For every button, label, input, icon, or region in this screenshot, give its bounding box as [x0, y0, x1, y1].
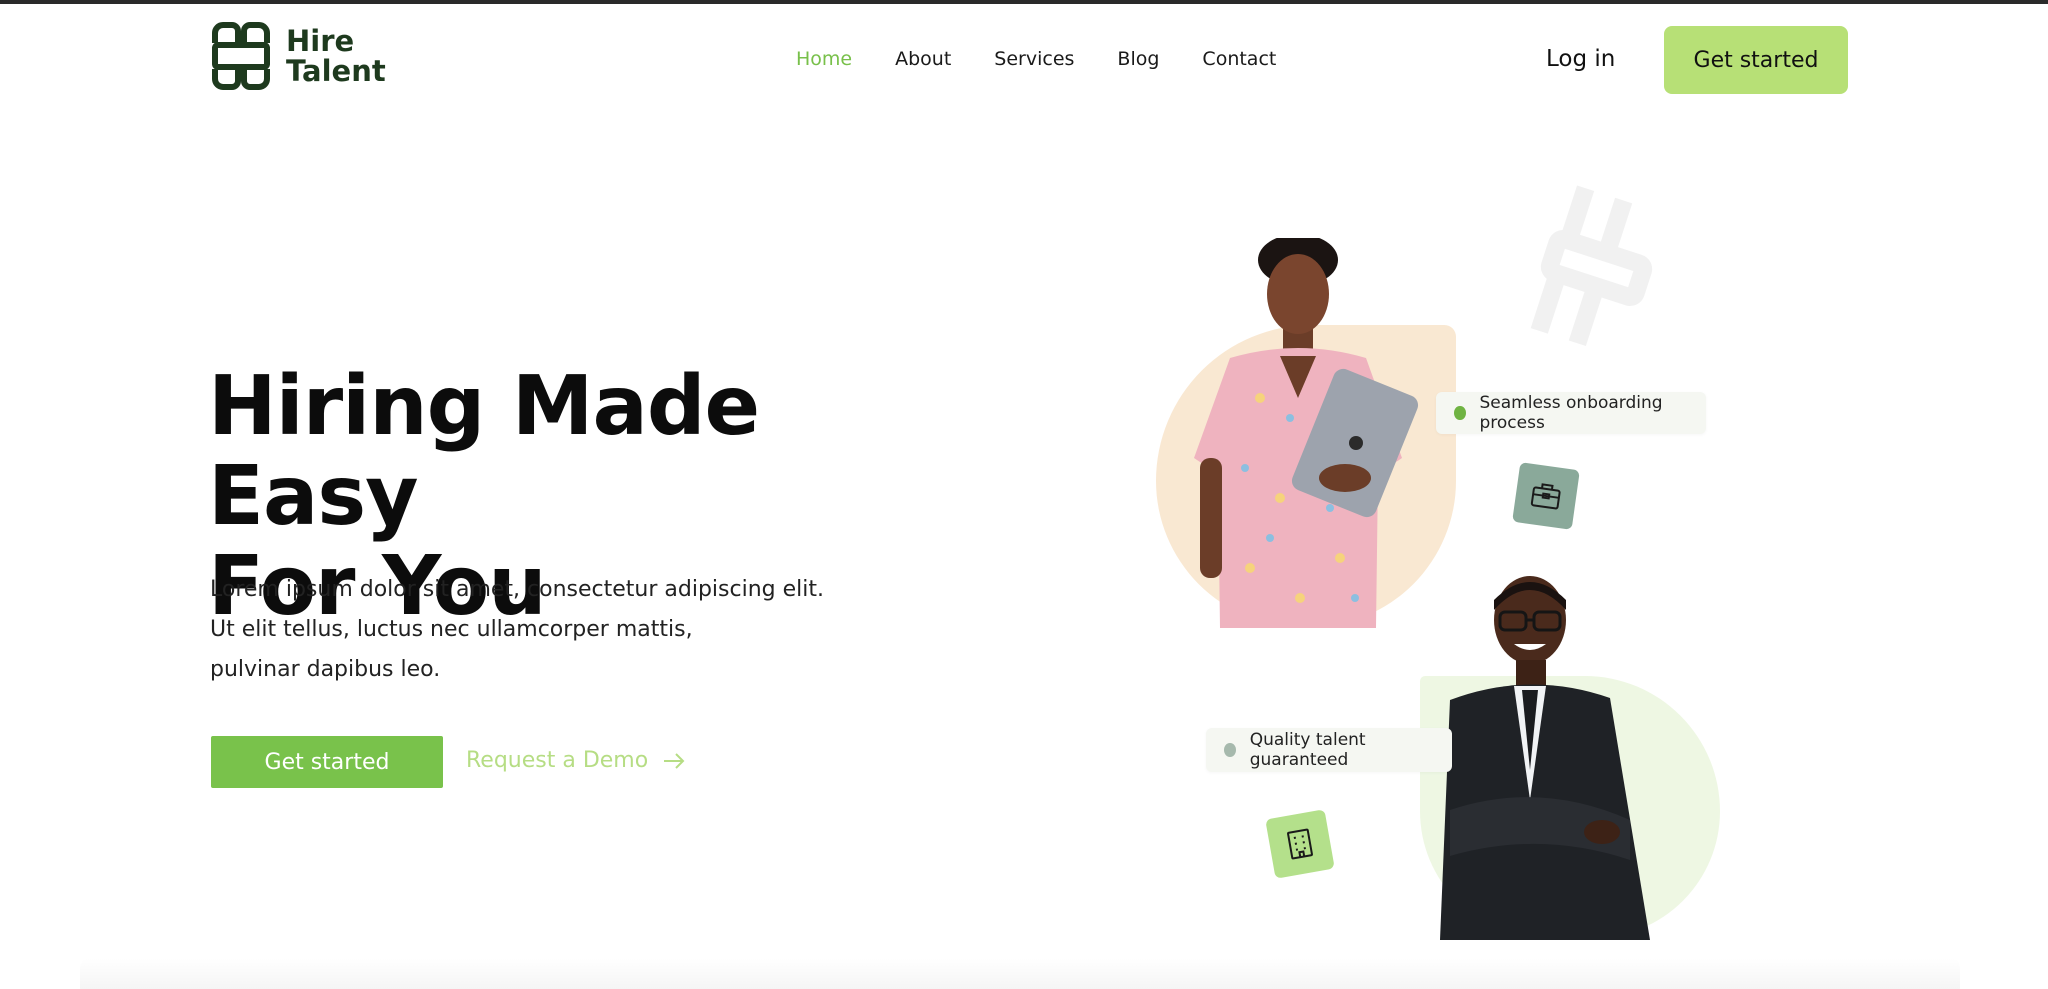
hero-text-line-3: pulvinar dapibus leo.	[210, 657, 441, 682]
top-border	[0, 0, 2048, 4]
feature-chip-quality-label: Quality talent guaranteed	[1249, 730, 1366, 770]
logo-text: Hire Talent	[286, 26, 386, 86]
hero-title-line-1: Hiring Made Easy	[208, 359, 760, 544]
login-link[interactable]: Log in	[1546, 46, 1615, 72]
briefcase-icon	[1530, 483, 1561, 510]
logo-line-1: Hire	[286, 24, 355, 58]
feature-chip-quality: Quality talent guaranteed	[1206, 728, 1452, 772]
building-icon	[1287, 828, 1313, 860]
feature-chip-onboarding: Seamless onboarding process	[1436, 392, 1706, 434]
status-dot	[1224, 743, 1236, 757]
header-get-started-button[interactable]: Get started	[1664, 26, 1848, 94]
logo[interactable]: Hire Talent	[210, 21, 386, 91]
logo-line-2: Talent	[286, 54, 386, 88]
logo-mark-icon	[212, 22, 270, 90]
briefcase-tile	[1512, 462, 1580, 530]
hero-get-started-button[interactable]: Get started	[211, 736, 443, 788]
nav-about[interactable]: About	[895, 48, 951, 70]
arrow-right-icon	[664, 752, 685, 769]
watermark-logo-icon	[1530, 185, 1653, 347]
hero-text-line-2: Ut elit tellus, luctus nec ullamcorper m…	[210, 617, 693, 642]
main-nav: Home About Services Blog Contact	[796, 48, 1276, 70]
hero-text-line-1: Lorem ipsum dolor sit amet, consectetur …	[210, 577, 824, 602]
request-demo-label: Request a Demo	[466, 748, 649, 773]
man-in-suit-image	[1440, 576, 1650, 940]
status-dot	[1454, 406, 1466, 420]
nav-contact[interactable]: Contact	[1202, 48, 1276, 70]
feature-chip-onboarding-label: Seamless onboarding process	[1479, 393, 1663, 433]
hero-description: Lorem ipsum dolor sit amet, consectetur …	[210, 570, 850, 690]
nav-services[interactable]: Services	[994, 48, 1074, 70]
section-divider-shadow	[80, 958, 1960, 989]
nav-home[interactable]: Home	[796, 48, 852, 70]
nav-blog[interactable]: Blog	[1117, 48, 1159, 70]
woman-with-laptop-image	[1194, 238, 1419, 628]
building-tile	[1265, 809, 1335, 879]
request-demo-link[interactable]: Request a Demo	[466, 748, 686, 773]
